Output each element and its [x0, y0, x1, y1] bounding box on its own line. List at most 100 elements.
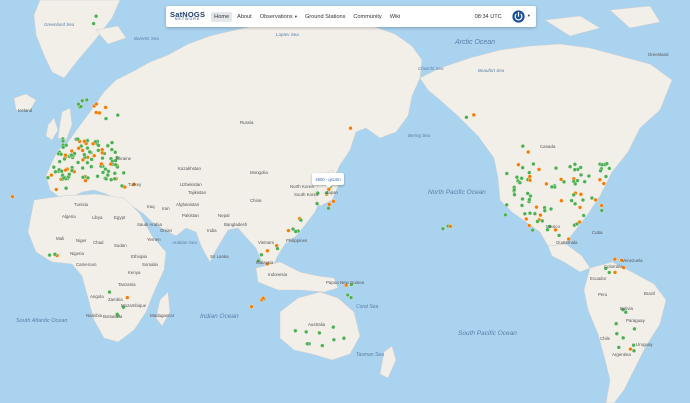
- ground-station-marker[interactable]: [581, 213, 586, 218]
- ground-station-marker[interactable]: [275, 246, 280, 251]
- ground-station-marker[interactable]: [582, 179, 587, 184]
- ground-station-marker[interactable]: [80, 175, 86, 180]
- ground-station-marker[interactable]: [100, 170, 106, 175]
- ground-station-marker[interactable]: [103, 116, 109, 121]
- ground-station-marker[interactable]: [53, 169, 58, 174]
- nav-ground-stations[interactable]: Ground Stations: [302, 12, 348, 22]
- ground-station-marker[interactable]: [607, 166, 612, 171]
- ground-station-marker[interactable]: [573, 181, 578, 186]
- ground-station-marker[interactable]: [72, 151, 77, 156]
- ground-station-marker[interactable]: [76, 160, 81, 165]
- ground-station-marker[interactable]: [82, 152, 87, 157]
- ground-station-marker[interactable]: [89, 157, 94, 162]
- nav-wiki[interactable]: Wiki: [387, 12, 404, 22]
- ground-station-marker[interactable]: [57, 159, 62, 164]
- ground-station-marker[interactable]: [317, 330, 322, 335]
- ground-station-marker[interactable]: [517, 180, 522, 185]
- ground-station-marker[interactable]: [530, 228, 535, 233]
- ground-station-marker[interactable]: [52, 252, 57, 257]
- ground-station-marker[interactable]: [577, 205, 583, 210]
- world-map[interactable]: Arctic Ocean North Pacific Ocean South P…: [0, 0, 690, 403]
- ground-station-marker[interactable]: [514, 175, 519, 180]
- ground-station-marker[interactable]: [526, 149, 531, 155]
- ground-station-marker[interactable]: [112, 171, 117, 176]
- ground-station-marker[interactable]: [103, 105, 108, 110]
- ground-station-marker[interactable]: [100, 150, 105, 155]
- ground-station-marker[interactable]: [527, 170, 532, 175]
- ground-station-marker[interactable]: [572, 162, 577, 167]
- ground-station-marker[interactable]: [84, 97, 89, 102]
- ground-station-marker[interactable]: [59, 152, 64, 157]
- ground-station-marker[interactable]: [614, 331, 619, 336]
- ground-station-marker[interactable]: [628, 347, 633, 352]
- ground-station-marker[interactable]: [597, 177, 602, 182]
- nav-home[interactable]: Home: [211, 11, 233, 22]
- ground-station-marker[interactable]: [75, 137, 80, 142]
- ground-station-marker[interactable]: [62, 156, 67, 162]
- ground-station-marker[interactable]: [327, 202, 332, 207]
- nav-about[interactable]: About: [234, 12, 255, 22]
- nav-community[interactable]: Community: [350, 12, 384, 22]
- ground-station-marker[interactable]: [531, 161, 536, 167]
- ground-station-marker[interactable]: [89, 164, 94, 169]
- ground-station-marker[interactable]: [115, 113, 120, 118]
- user-menu[interactable]: ▾: [512, 10, 530, 23]
- ground-station-marker[interactable]: [320, 343, 325, 348]
- ground-station-marker[interactable]: [298, 218, 303, 223]
- ground-station-marker[interactable]: [100, 156, 105, 161]
- ground-station-marker[interactable]: [51, 165, 56, 170]
- ground-station-marker[interactable]: [527, 174, 532, 179]
- ground-station-marker[interactable]: [105, 143, 110, 148]
- ground-station-marker[interactable]: [603, 174, 609, 179]
- ground-station-marker[interactable]: [578, 192, 583, 197]
- ground-station-marker[interactable]: [504, 171, 509, 176]
- ground-station-marker[interactable]: [91, 21, 96, 26]
- ground-station-marker[interactable]: [341, 336, 346, 341]
- ground-station-marker[interactable]: [557, 233, 562, 238]
- ground-station-marker[interactable]: [64, 186, 69, 191]
- ground-station-marker[interactable]: [607, 270, 612, 275]
- ground-station-marker[interactable]: [87, 149, 92, 154]
- ground-station-marker[interactable]: [534, 205, 539, 210]
- ground-station-marker[interactable]: [91, 141, 96, 146]
- ground-station-marker[interactable]: [559, 198, 564, 203]
- ground-station-marker[interactable]: [527, 211, 533, 216]
- ground-station-marker[interactable]: [80, 157, 85, 162]
- ground-station-marker[interactable]: [45, 175, 51, 180]
- ground-station-marker[interactable]: [265, 248, 270, 253]
- ground-station-marker[interactable]: [448, 224, 453, 229]
- ground-station-marker[interactable]: [67, 172, 72, 177]
- ground-station-marker[interactable]: [109, 177, 114, 182]
- nav-observations[interactable]: Observations ▾: [257, 12, 300, 22]
- ground-station-marker[interactable]: [10, 194, 15, 199]
- ground-station-marker[interactable]: [304, 329, 309, 334]
- ground-station-marker[interactable]: [259, 252, 264, 257]
- ground-station-marker[interactable]: [69, 168, 75, 173]
- ground-station-marker[interactable]: [593, 197, 598, 202]
- ground-station-marker[interactable]: [125, 295, 130, 300]
- ground-station-marker[interactable]: [109, 147, 114, 152]
- ground-station-marker[interactable]: [99, 161, 104, 166]
- ground-station-marker[interactable]: [95, 174, 100, 179]
- ground-station-marker[interactable]: [578, 165, 583, 170]
- ground-station-marker[interactable]: [621, 335, 626, 340]
- ground-station-marker[interactable]: [601, 181, 606, 186]
- ground-station-marker[interactable]: [80, 98, 85, 103]
- ground-station-marker[interactable]: [104, 176, 109, 181]
- ground-station-marker[interactable]: [109, 140, 115, 145]
- ground-station-marker[interactable]: [49, 173, 54, 178]
- ground-station-marker[interactable]: [586, 173, 591, 179]
- ground-station-marker[interactable]: [544, 181, 549, 186]
- ground-station-marker[interactable]: [612, 257, 617, 262]
- ground-station-marker[interactable]: [113, 162, 118, 167]
- ground-station-marker[interactable]: [549, 184, 554, 189]
- ground-station-marker[interactable]: [503, 212, 508, 217]
- ground-station-marker[interactable]: [47, 253, 52, 258]
- ground-station-marker[interactable]: [536, 167, 542, 172]
- ground-station-marker[interactable]: [471, 112, 476, 117]
- ground-station-marker[interactable]: [553, 166, 559, 171]
- ground-station-marker[interactable]: [121, 170, 126, 175]
- ground-station-marker[interactable]: [548, 206, 554, 212]
- ground-station-marker[interactable]: [525, 191, 530, 196]
- ground-station-marker[interactable]: [80, 148, 85, 153]
